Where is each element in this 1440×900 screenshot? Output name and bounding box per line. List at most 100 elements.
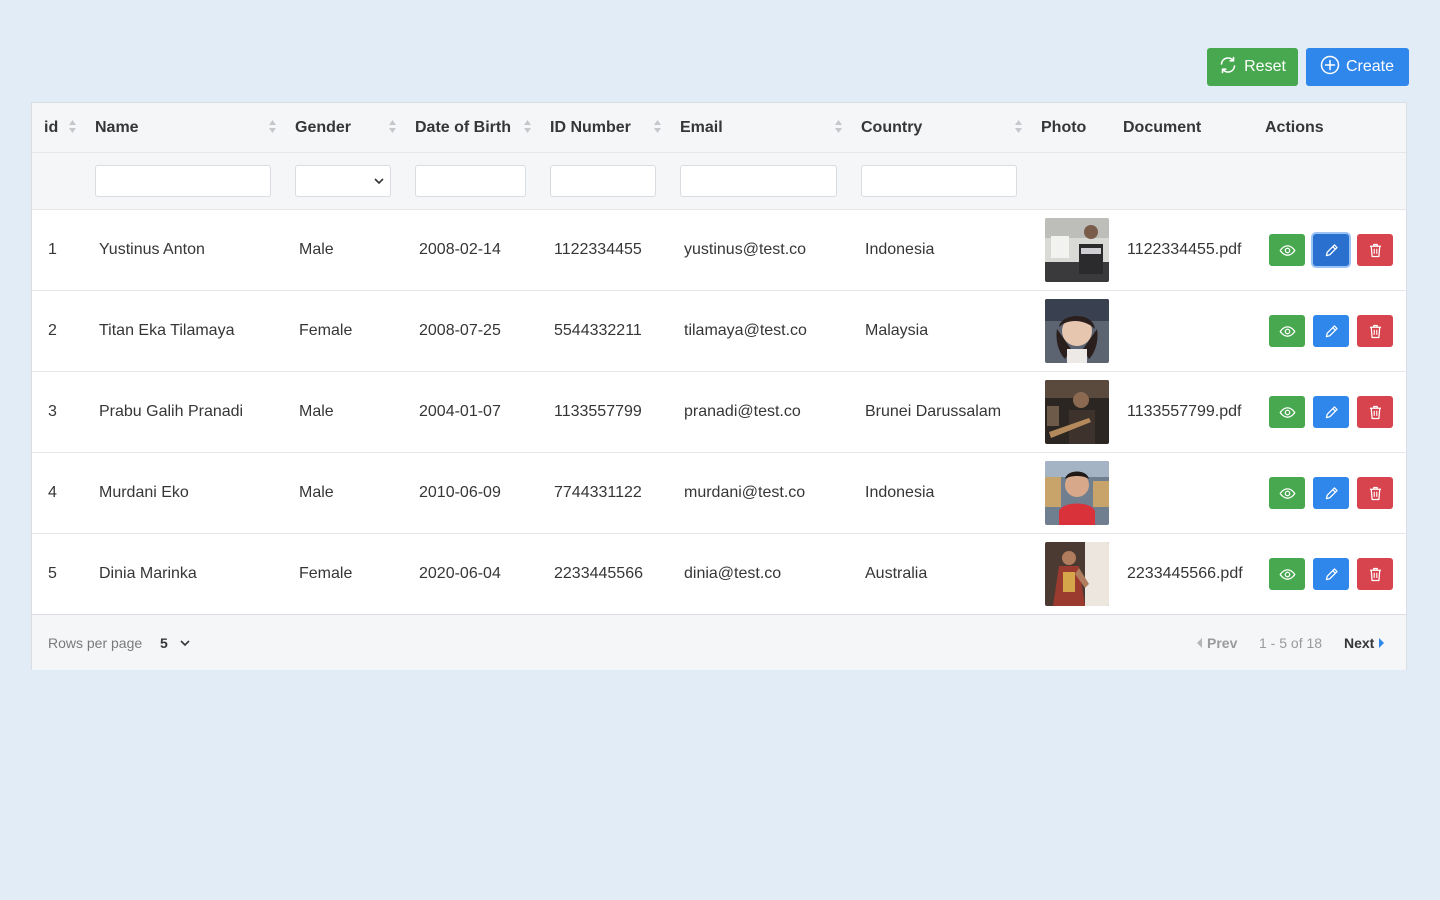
- rows-per-page-value: 5: [160, 635, 168, 651]
- column-header-dob[interactable]: Date of Birth: [415, 103, 511, 152]
- edit-button[interactable]: [1313, 396, 1349, 428]
- chevron-down-icon: [180, 640, 190, 647]
- photo-thumbnail[interactable]: [1045, 299, 1109, 363]
- column-header-name[interactable]: Name: [95, 103, 139, 152]
- photo-image: [1045, 218, 1109, 282]
- photo-image: [1045, 461, 1109, 525]
- caret-left-icon: [1197, 638, 1202, 648]
- trash-icon: [1369, 567, 1381, 581]
- rows-per-page-label: Rows per page: [48, 635, 143, 651]
- column-header-label: Actions: [1265, 118, 1324, 136]
- column-header-label: Document: [1123, 118, 1202, 136]
- chevron-down-icon: [374, 178, 384, 185]
- gender-filter-select[interactable]: [295, 165, 391, 197]
- prev-page-button[interactable]: Prev: [1197, 615, 1237, 671]
- eye-icon: [1279, 568, 1295, 580]
- delete-button[interactable]: [1357, 558, 1393, 590]
- sort-icon[interactable]: [523, 119, 532, 134]
- email-filter-input[interactable]: [680, 165, 837, 197]
- cell-id: 5: [48, 565, 57, 582]
- trash-icon: [1369, 486, 1381, 500]
- delete-button[interactable]: [1357, 315, 1393, 347]
- cell-dob: 2008-07-25: [419, 322, 501, 339]
- view-button[interactable]: [1269, 558, 1305, 590]
- view-button[interactable]: [1269, 396, 1305, 428]
- column-header-document: Document: [1123, 103, 1201, 152]
- column-header-id-number[interactable]: ID Number: [550, 103, 631, 152]
- photo-thumbnail[interactable]: [1045, 218, 1109, 282]
- trash-icon: [1369, 243, 1381, 257]
- pencil-icon: [1325, 405, 1338, 418]
- photo-image: [1045, 380, 1109, 444]
- cell-gender: Female: [299, 322, 353, 339]
- edit-button[interactable]: [1313, 477, 1349, 509]
- cell-document[interactable]: 2233445566.pdf: [1127, 534, 1243, 614]
- column-header-gender[interactable]: Gender: [295, 103, 351, 152]
- id-number-filter-input[interactable]: [550, 165, 656, 197]
- sort-icon[interactable]: [653, 119, 662, 134]
- cell-id-number: 1122334455: [554, 241, 642, 258]
- cell-email: murdani@test.co: [684, 484, 806, 501]
- edit-button[interactable]: [1313, 315, 1349, 347]
- cell-document[interactable]: 1122334455.pdf: [1127, 210, 1241, 290]
- toolbar: Reset Create: [1207, 48, 1409, 86]
- column-header-email[interactable]: Email: [680, 103, 723, 152]
- edit-button[interactable]: [1313, 234, 1349, 266]
- cell-gender: Female: [299, 565, 353, 582]
- country-filter-input[interactable]: [861, 165, 1017, 197]
- eye-icon: [1279, 406, 1295, 418]
- create-label: Create: [1345, 58, 1395, 75]
- cell-name: Titan Eka Tilamaya: [99, 322, 235, 339]
- create-button[interactable]: Create: [1306, 48, 1409, 86]
- photo-thumbnail[interactable]: [1045, 542, 1109, 606]
- view-button[interactable]: [1269, 477, 1305, 509]
- column-header-id[interactable]: id: [44, 103, 58, 152]
- view-button[interactable]: [1269, 315, 1305, 347]
- cell-dob: 2010-06-09: [419, 484, 501, 501]
- cell-document[interactable]: 1133557799.pdf: [1127, 372, 1241, 452]
- cell-name: Yustinus Anton: [99, 241, 205, 258]
- eye-icon: [1279, 325, 1295, 337]
- column-header-label: id: [44, 118, 59, 136]
- cell-dob: 2004-01-07: [419, 403, 501, 420]
- cell-name: Dinia Marinka: [99, 565, 197, 582]
- cell-name: Murdani Eko: [99, 484, 189, 501]
- pencil-icon: [1325, 486, 1338, 499]
- cell-id-number: 5544332211: [554, 322, 642, 339]
- column-header-country[interactable]: Country: [861, 103, 922, 152]
- sort-icon[interactable]: [834, 119, 843, 134]
- sort-icon[interactable]: [68, 119, 77, 134]
- plus-circle-icon: [1320, 55, 1340, 80]
- photo-thumbnail[interactable]: [1045, 380, 1109, 444]
- column-header-label: Name: [95, 118, 139, 136]
- delete-button[interactable]: [1357, 477, 1393, 509]
- page-range-text: 1 - 5 of 18: [1259, 635, 1323, 651]
- cell-id: 3: [48, 403, 57, 420]
- pencil-icon: [1325, 243, 1338, 256]
- prev-label: Prev: [1207, 635, 1238, 651]
- cell-country: Australia: [865, 565, 928, 582]
- eye-icon: [1279, 244, 1295, 256]
- cell-country: Brunei Darussalam: [865, 403, 1002, 420]
- cell-email: pranadi@test.co: [684, 403, 801, 420]
- photo-thumbnail[interactable]: [1045, 461, 1109, 525]
- cell-email: dinia@test.co: [684, 565, 782, 582]
- edit-button[interactable]: [1313, 558, 1349, 590]
- view-button[interactable]: [1269, 234, 1305, 266]
- table-row: 3 Prabu Galih Pranadi Male 2004-01-07 11…: [32, 372, 1406, 453]
- sort-icon[interactable]: [388, 119, 397, 134]
- table-row: 2 Titan Eka Tilamaya Female 2008-07-25 5…: [32, 291, 1406, 372]
- reset-label: Reset: [1244, 58, 1286, 75]
- column-header-actions: Actions: [1265, 103, 1324, 152]
- sort-icon[interactable]: [1014, 119, 1023, 134]
- next-page-button[interactable]: Next: [1344, 615, 1385, 671]
- delete-button[interactable]: [1357, 234, 1393, 266]
- rows-per-page-select[interactable]: 5: [160, 615, 190, 671]
- delete-button[interactable]: [1357, 396, 1393, 428]
- cell-email: tilamaya@test.co: [684, 322, 807, 339]
- name-filter-input[interactable]: [95, 165, 271, 197]
- dob-filter-input[interactable]: [415, 165, 526, 197]
- column-header-label: Gender: [295, 118, 352, 136]
- sort-icon[interactable]: [268, 119, 277, 134]
- reset-button[interactable]: Reset: [1207, 48, 1298, 86]
